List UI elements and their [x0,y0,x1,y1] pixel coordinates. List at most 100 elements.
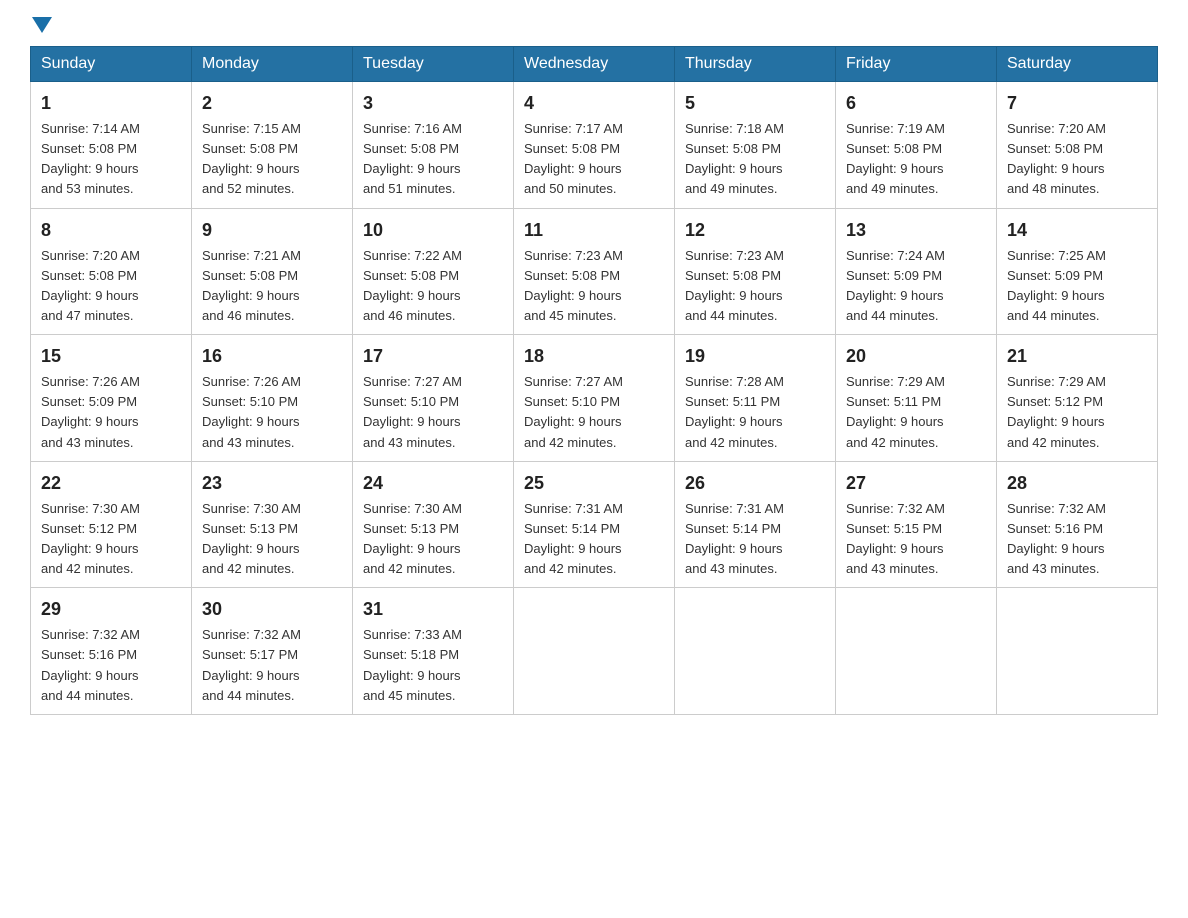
day-number: 15 [41,343,181,370]
day-number: 5 [685,90,825,117]
day-number: 1 [41,90,181,117]
day-info: Sunrise: 7:25 AMSunset: 5:09 PMDaylight:… [1007,248,1106,323]
day-number: 3 [363,90,503,117]
calendar-cell: 24 Sunrise: 7:30 AMSunset: 5:13 PMDaylig… [353,461,514,588]
day-info: Sunrise: 7:33 AMSunset: 5:18 PMDaylight:… [363,627,462,702]
day-number: 21 [1007,343,1147,370]
day-info: Sunrise: 7:27 AMSunset: 5:10 PMDaylight:… [524,374,623,449]
calendar-cell [514,588,675,715]
day-number: 8 [41,217,181,244]
calendar-cell: 8 Sunrise: 7:20 AMSunset: 5:08 PMDayligh… [31,208,192,335]
calendar-week-row: 8 Sunrise: 7:20 AMSunset: 5:08 PMDayligh… [31,208,1158,335]
day-info: Sunrise: 7:28 AMSunset: 5:11 PMDaylight:… [685,374,784,449]
day-info: Sunrise: 7:30 AMSunset: 5:13 PMDaylight:… [363,501,462,576]
day-info: Sunrise: 7:31 AMSunset: 5:14 PMDaylight:… [685,501,784,576]
calendar-week-row: 1 Sunrise: 7:14 AMSunset: 5:08 PMDayligh… [31,82,1158,209]
day-info: Sunrise: 7:30 AMSunset: 5:12 PMDaylight:… [41,501,140,576]
day-info: Sunrise: 7:16 AMSunset: 5:08 PMDaylight:… [363,121,462,196]
calendar-cell: 14 Sunrise: 7:25 AMSunset: 5:09 PMDaylig… [997,208,1158,335]
day-number: 6 [846,90,986,117]
calendar-week-row: 15 Sunrise: 7:26 AMSunset: 5:09 PMDaylig… [31,335,1158,462]
day-info: Sunrise: 7:20 AMSunset: 5:08 PMDaylight:… [1007,121,1106,196]
day-number: 26 [685,470,825,497]
calendar-cell: 15 Sunrise: 7:26 AMSunset: 5:09 PMDaylig… [31,335,192,462]
day-info: Sunrise: 7:23 AMSunset: 5:08 PMDaylight:… [685,248,784,323]
calendar-header-wednesday: Wednesday [514,47,675,82]
calendar-cell: 11 Sunrise: 7:23 AMSunset: 5:08 PMDaylig… [514,208,675,335]
day-info: Sunrise: 7:30 AMSunset: 5:13 PMDaylight:… [202,501,301,576]
day-number: 30 [202,596,342,623]
calendar-cell: 4 Sunrise: 7:17 AMSunset: 5:08 PMDayligh… [514,82,675,209]
day-number: 13 [846,217,986,244]
calendar-header-monday: Monday [192,47,353,82]
day-info: Sunrise: 7:14 AMSunset: 5:08 PMDaylight:… [41,121,140,196]
calendar-header-tuesday: Tuesday [353,47,514,82]
calendar-cell: 5 Sunrise: 7:18 AMSunset: 5:08 PMDayligh… [675,82,836,209]
calendar-cell: 28 Sunrise: 7:32 AMSunset: 5:16 PMDaylig… [997,461,1158,588]
day-info: Sunrise: 7:18 AMSunset: 5:08 PMDaylight:… [685,121,784,196]
calendar-cell: 12 Sunrise: 7:23 AMSunset: 5:08 PMDaylig… [675,208,836,335]
calendar-header-thursday: Thursday [675,47,836,82]
calendar-header-row: SundayMondayTuesdayWednesdayThursdayFrid… [31,47,1158,82]
day-number: 12 [685,217,825,244]
day-info: Sunrise: 7:23 AMSunset: 5:08 PMDaylight:… [524,248,623,323]
day-info: Sunrise: 7:21 AMSunset: 5:08 PMDaylight:… [202,248,301,323]
day-info: Sunrise: 7:20 AMSunset: 5:08 PMDaylight:… [41,248,140,323]
calendar-cell: 30 Sunrise: 7:32 AMSunset: 5:17 PMDaylig… [192,588,353,715]
calendar-cell: 16 Sunrise: 7:26 AMSunset: 5:10 PMDaylig… [192,335,353,462]
calendar-cell: 6 Sunrise: 7:19 AMSunset: 5:08 PMDayligh… [836,82,997,209]
day-number: 16 [202,343,342,370]
calendar-header-friday: Friday [836,47,997,82]
day-number: 4 [524,90,664,117]
calendar-cell: 7 Sunrise: 7:20 AMSunset: 5:08 PMDayligh… [997,82,1158,209]
calendar-cell: 25 Sunrise: 7:31 AMSunset: 5:14 PMDaylig… [514,461,675,588]
day-number: 9 [202,217,342,244]
calendar-cell: 13 Sunrise: 7:24 AMSunset: 5:09 PMDaylig… [836,208,997,335]
calendar-cell: 29 Sunrise: 7:32 AMSunset: 5:16 PMDaylig… [31,588,192,715]
calendar-header-saturday: Saturday [997,47,1158,82]
calendar-cell [675,588,836,715]
calendar-cell: 20 Sunrise: 7:29 AMSunset: 5:11 PMDaylig… [836,335,997,462]
calendar-cell: 31 Sunrise: 7:33 AMSunset: 5:18 PMDaylig… [353,588,514,715]
day-info: Sunrise: 7:27 AMSunset: 5:10 PMDaylight:… [363,374,462,449]
day-number: 19 [685,343,825,370]
calendar-cell: 19 Sunrise: 7:28 AMSunset: 5:11 PMDaylig… [675,335,836,462]
day-number: 10 [363,217,503,244]
day-number: 7 [1007,90,1147,117]
calendar-cell: 21 Sunrise: 7:29 AMSunset: 5:12 PMDaylig… [997,335,1158,462]
day-number: 27 [846,470,986,497]
day-info: Sunrise: 7:32 AMSunset: 5:16 PMDaylight:… [1007,501,1106,576]
day-info: Sunrise: 7:24 AMSunset: 5:09 PMDaylight:… [846,248,945,323]
day-number: 2 [202,90,342,117]
day-number: 17 [363,343,503,370]
calendar-cell: 9 Sunrise: 7:21 AMSunset: 5:08 PMDayligh… [192,208,353,335]
day-number: 31 [363,596,503,623]
day-number: 25 [524,470,664,497]
calendar-cell: 26 Sunrise: 7:31 AMSunset: 5:14 PMDaylig… [675,461,836,588]
calendar-week-row: 29 Sunrise: 7:32 AMSunset: 5:16 PMDaylig… [31,588,1158,715]
day-info: Sunrise: 7:32 AMSunset: 5:17 PMDaylight:… [202,627,301,702]
day-number: 24 [363,470,503,497]
calendar-cell: 3 Sunrise: 7:16 AMSunset: 5:08 PMDayligh… [353,82,514,209]
day-number: 18 [524,343,664,370]
day-info: Sunrise: 7:29 AMSunset: 5:11 PMDaylight:… [846,374,945,449]
day-number: 22 [41,470,181,497]
calendar-cell: 22 Sunrise: 7:30 AMSunset: 5:12 PMDaylig… [31,461,192,588]
day-info: Sunrise: 7:26 AMSunset: 5:10 PMDaylight:… [202,374,301,449]
day-info: Sunrise: 7:29 AMSunset: 5:12 PMDaylight:… [1007,374,1106,449]
day-info: Sunrise: 7:31 AMSunset: 5:14 PMDaylight:… [524,501,623,576]
day-info: Sunrise: 7:32 AMSunset: 5:16 PMDaylight:… [41,627,140,702]
day-info: Sunrise: 7:22 AMSunset: 5:08 PMDaylight:… [363,248,462,323]
day-number: 29 [41,596,181,623]
page-header [30,20,1158,36]
calendar-cell: 10 Sunrise: 7:22 AMSunset: 5:08 PMDaylig… [353,208,514,335]
calendar-header-sunday: Sunday [31,47,192,82]
calendar-cell: 27 Sunrise: 7:32 AMSunset: 5:15 PMDaylig… [836,461,997,588]
calendar-cell: 17 Sunrise: 7:27 AMSunset: 5:10 PMDaylig… [353,335,514,462]
day-number: 23 [202,470,342,497]
day-number: 20 [846,343,986,370]
day-info: Sunrise: 7:17 AMSunset: 5:08 PMDaylight:… [524,121,623,196]
day-info: Sunrise: 7:19 AMSunset: 5:08 PMDaylight:… [846,121,945,196]
day-info: Sunrise: 7:15 AMSunset: 5:08 PMDaylight:… [202,121,301,196]
day-info: Sunrise: 7:26 AMSunset: 5:09 PMDaylight:… [41,374,140,449]
